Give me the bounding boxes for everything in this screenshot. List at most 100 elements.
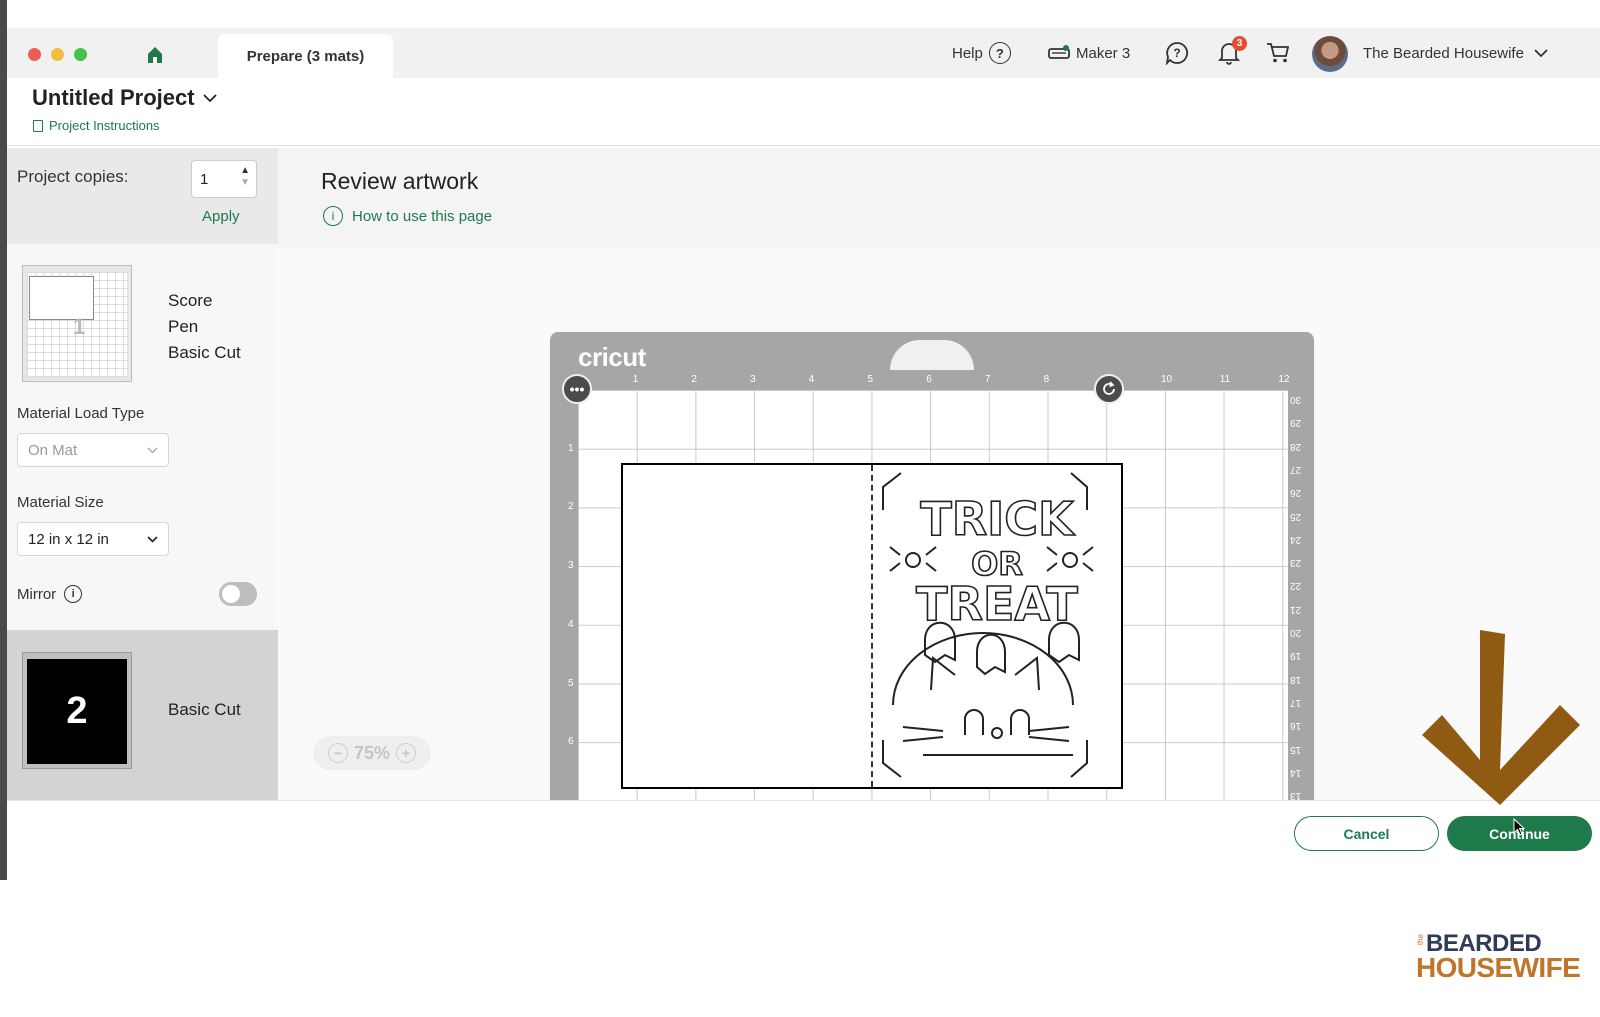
info-icon: i <box>323 206 343 226</box>
title-bar: Prepare (3 mats) Help ? Maker 3 ? 3 The … <box>7 28 1600 78</box>
project-instructions-label: Project Instructions <box>49 118 160 133</box>
card-artwork[interactable]: TRICK OR TREAT <box>621 463 1123 789</box>
project-copies-section: Project copies: 1 ▲ ▼ Apply <box>7 148 278 244</box>
chat-question-icon: ? <box>1165 42 1189 65</box>
material-size-label: Material Size <box>17 494 104 511</box>
zoom-control[interactable]: − 75% + <box>313 736 431 770</box>
ruler-tick-top: 12 <box>1278 374 1290 385</box>
pointer-arrow-overlay <box>1422 630 1580 805</box>
chevron-down-icon <box>147 535 158 543</box>
cancel-button[interactable]: Cancel <box>1294 816 1439 851</box>
ruler-tick-top: 6 <box>926 374 932 385</box>
stepper-arrows-icon[interactable]: ▲ ▼ <box>240 165 250 189</box>
artwork-text-treat: TREAT <box>916 577 1078 631</box>
rotate-mat-button[interactable] <box>1094 374 1124 404</box>
home-icon[interactable] <box>145 45 165 65</box>
toggle-knob <box>222 585 240 603</box>
cricut-logo: cricut <box>578 342 646 372</box>
brand-watermark-logo: the BEARDED HOUSEWIFE <box>1416 930 1586 1000</box>
machine-label: Maker 3 <box>1076 44 1131 62</box>
ruler-tick-top: 5 <box>867 374 874 385</box>
ruler-tick-top: 7 <box>984 374 991 385</box>
zoom-in-icon[interactable]: + <box>396 743 417 763</box>
user-avatar[interactable] <box>1312 36 1348 72</box>
help-button[interactable]: Help ? <box>952 28 1011 78</box>
mat-sidebar: Project copies: 1 ▲ ▼ Apply 1 Score Pen B… <box>7 148 278 800</box>
ruler-tick-top: 2 <box>691 374 697 385</box>
close-window-button[interactable] <box>28 48 41 61</box>
ruler-tick-right: 13 <box>1290 790 1302 800</box>
cutting-mat: cricut 123456789101112123456302928272625… <box>550 332 1314 800</box>
ruler-tick-right: 28 <box>1290 440 1302 452</box>
mirror-label: Mirror <box>17 585 57 603</box>
ruler-tick-right: 30 <box>1290 394 1302 405</box>
project-title: Untitled Project <box>32 85 195 110</box>
operation-score: Score <box>168 291 213 310</box>
project-copies-label: Project copies: <box>17 167 129 186</box>
info-icon[interactable]: i <box>64 585 83 603</box>
zoom-out-icon[interactable]: − <box>327 743 348 763</box>
project-header: Untitled Project Project Instructions <box>7 78 1600 146</box>
user-name: The Bearded Housewife <box>1363 44 1524 62</box>
question-icon: ? <box>988 42 1011 64</box>
ruler-tick-right: 24 <box>1290 533 1302 545</box>
ruler-tick-right: 20 <box>1290 627 1302 638</box>
notification-badge: 3 <box>1232 36 1247 51</box>
mat-2-thumbnail[interactable]: 2 <box>22 652 132 769</box>
user-menu[interactable]: The Bearded Housewife <box>1363 28 1548 78</box>
project-title-dropdown[interactable]: Untitled Project <box>32 85 217 111</box>
project-instructions-link[interactable]: Project Instructions <box>33 118 160 133</box>
ruler-tick-left: 5 <box>568 677 574 689</box>
tab-prepare[interactable]: Prepare (3 mats) <box>218 34 393 78</box>
ruler-tick-right: 14 <box>1290 766 1302 778</box>
operation-basic-cut: Basic Cut <box>168 343 241 362</box>
mat-2-number: 2 <box>27 659 127 764</box>
ruler-tick-top: 4 <box>808 374 815 385</box>
svg-text:?: ? <box>1173 46 1180 60</box>
mat-preview-canvas[interactable]: cricut 123456789101112123456302928272625… <box>278 248 1600 800</box>
more-options-button[interactable]: ••• <box>562 374 592 404</box>
ruler-tick-top: 10 <box>1161 374 1173 385</box>
material-load-type-value: On Mat <box>28 441 78 459</box>
material-size-select[interactable]: 12 in x 12 in <box>17 522 169 556</box>
trick-or-treat-design: TRICK OR TREAT <box>882 472 1094 778</box>
ruler-tick-right: 17 <box>1290 696 1302 708</box>
ruler-tick-left: 6 <box>568 736 574 748</box>
page-title: Review artwork <box>321 168 479 194</box>
minimize-window-button[interactable] <box>51 48 64 61</box>
operation-pen: Pen <box>168 317 199 336</box>
how-to-link[interactable]: i How to use this page <box>323 206 492 226</box>
watermark-the: the <box>1416 934 1425 946</box>
apply-button[interactable]: Apply <box>202 208 240 225</box>
mat-1-thumbnail[interactable]: 1 <box>22 265 132 382</box>
mirror-row: Mirror i <box>17 585 83 603</box>
mirror-toggle[interactable] <box>219 582 257 606</box>
machine-icon <box>1048 45 1070 59</box>
project-copies-stepper[interactable]: 1 ▲ ▼ <box>191 160 257 198</box>
ruler-tick-top: 3 <box>750 374 756 385</box>
mat-2-row[interactable]: 2 Basic Cut <box>7 630 278 800</box>
ruler-tick-right: 25 <box>1290 510 1302 522</box>
mat-notch <box>890 340 974 370</box>
ruler-tick-right: 19 <box>1290 650 1302 662</box>
ruler-tick-top: 8 <box>1043 374 1050 385</box>
rotate-icon <box>1103 381 1115 395</box>
machine-selector[interactable]: Maker 3 <box>1048 28 1130 78</box>
project-copies-value: 1 <box>200 171 209 188</box>
support-chat-button[interactable]: ? <box>1165 28 1189 78</box>
ruler-tick-right: 27 <box>1290 463 1302 475</box>
cart-button[interactable] <box>1266 28 1290 78</box>
ruler-tick-right: 21 <box>1290 603 1302 615</box>
ruler-tick-left: 3 <box>568 560 574 572</box>
cricut-app-window: Prepare (3 mats) Help ? Maker 3 ? 3 The … <box>7 28 1600 880</box>
ruler-tick-left: 4 <box>568 618 574 630</box>
ruler-tick-right: 23 <box>1290 557 1302 569</box>
window-edge <box>0 0 7 880</box>
document-icon <box>33 119 43 132</box>
chevron-down-icon <box>202 93 217 102</box>
ruler-tick-right: 29 <box>1290 417 1302 429</box>
ruler-tick-right: 16 <box>1290 720 1302 732</box>
ruler-tick-top: 1 <box>632 374 639 385</box>
help-label: Help <box>952 44 983 62</box>
maximize-window-button[interactable] <box>74 48 87 61</box>
